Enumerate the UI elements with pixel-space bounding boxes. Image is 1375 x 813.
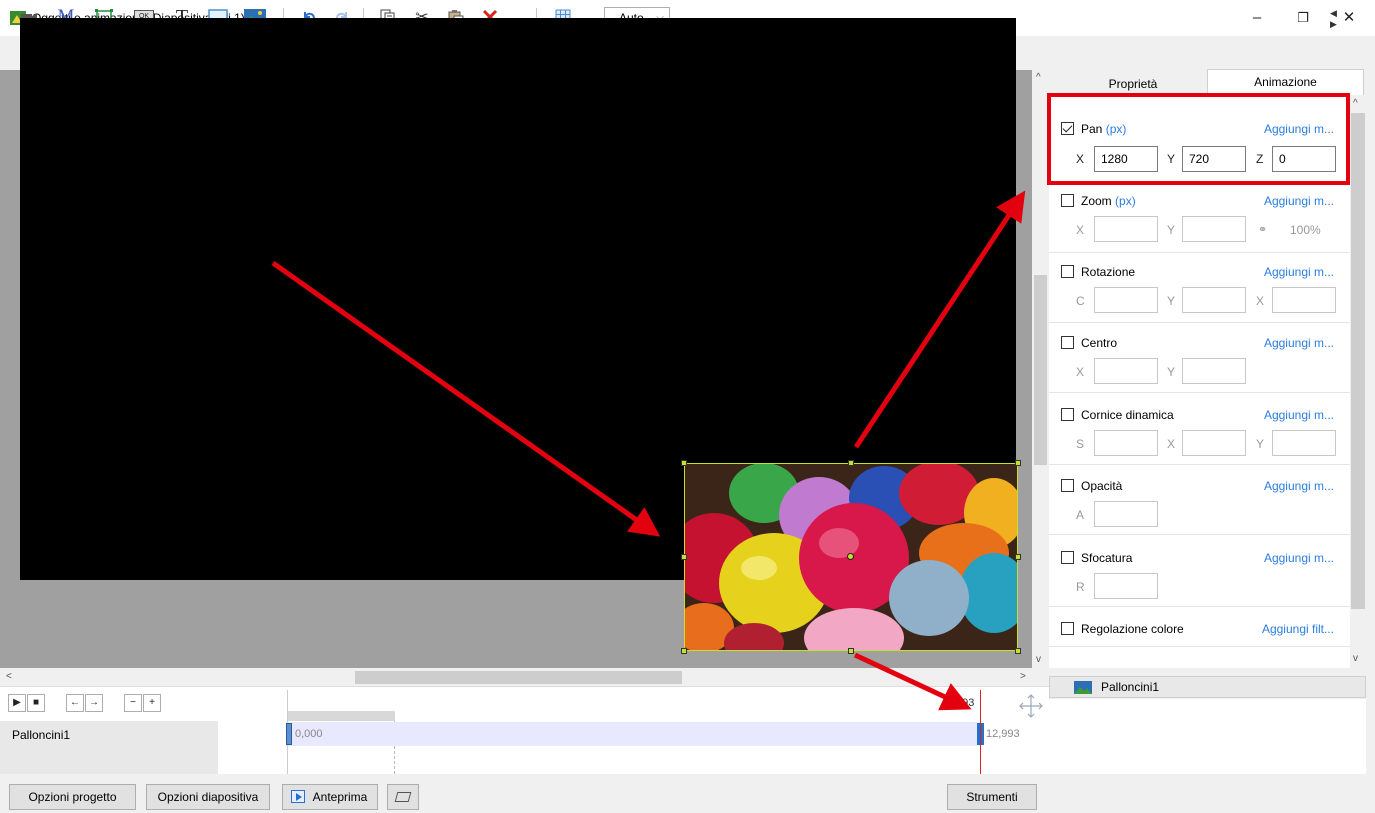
track-label[interactable]: Palloncini1 [12, 728, 70, 742]
rotation-y-field[interactable] [1182, 287, 1246, 313]
tab-animation[interactable]: Animazione [1207, 69, 1364, 95]
scroll-left-icon[interactable]: < [6, 671, 12, 682]
dynamic-frame-s-field[interactable] [1094, 430, 1158, 456]
rotation-x-field[interactable] [1272, 287, 1336, 313]
resize-handle[interactable] [1015, 460, 1021, 466]
blur-r-label: R [1076, 580, 1085, 594]
zoom-y-label: Y [1167, 223, 1176, 237]
zoom-in-timeline-button[interactable]: + [143, 694, 161, 712]
rotation-c-field[interactable] [1094, 287, 1158, 313]
color-adjust-label: Regolazione colore [1081, 622, 1184, 636]
scroll-up-icon[interactable]: ^ [1036, 72, 1041, 83]
center-x-field[interactable] [1094, 358, 1158, 384]
zoom-percent: 100% [1290, 223, 1321, 237]
blur-add-keyframe-link[interactable]: Aggiungi m... [1230, 551, 1334, 565]
resize-handle[interactable] [681, 554, 687, 560]
blur-checkbox[interactable] [1061, 551, 1074, 564]
dynamic-frame-y-field[interactable] [1272, 430, 1336, 456]
rotation-x-label: X [1256, 294, 1265, 308]
tools-button[interactable]: Strumenti [947, 784, 1037, 810]
playhead[interactable] [980, 690, 981, 774]
object-list [1049, 699, 1366, 774]
dynamic-frame-add-keyframe-link[interactable]: Aggiungi m... [1230, 408, 1334, 422]
dynamic-frame-checkbox[interactable] [1061, 408, 1074, 421]
center-x-label: X [1076, 365, 1085, 379]
zoom-x-label: X [1076, 223, 1085, 237]
center-label: Centro [1081, 336, 1118, 350]
resize-handle[interactable] [681, 460, 687, 466]
dynamic-frame-x-label: X [1167, 437, 1176, 451]
track-bar[interactable] [288, 722, 980, 746]
blur-label: Sfocatura [1081, 551, 1133, 565]
rotation-add-keyframe-link[interactable]: Aggiungi m... [1230, 265, 1334, 279]
opacity-checkbox[interactable] [1061, 479, 1074, 492]
zoom-out-timeline-button[interactable]: − [124, 694, 142, 712]
resize-handle[interactable] [1015, 554, 1021, 560]
screen-icon [394, 792, 412, 802]
rotation-c-label: C [1076, 294, 1085, 308]
zoom-y-field[interactable] [1182, 216, 1246, 242]
timeline-ruler-segment [288, 711, 395, 721]
dynamic-frame-label: Cornice dinamica [1081, 408, 1174, 422]
center-point-handle[interactable] [847, 553, 854, 560]
zoom-label: Zoom (px) [1081, 194, 1136, 208]
zoom-checkbox[interactable] [1061, 194, 1074, 207]
opacity-a-label: A [1076, 508, 1085, 522]
stop-button[interactable]: ■ [27, 694, 45, 712]
rotation-y-label: Y [1167, 294, 1176, 308]
properties-scroll-thumb[interactable] [1351, 113, 1365, 609]
color-adjust-add-filter-link[interactable]: Aggiungi filt... [1230, 622, 1334, 636]
scroll-down-icon[interactable]: v [1353, 653, 1358, 664]
start-keyframe-time: 0,000 [295, 728, 323, 740]
dynamic-frame-y-label: Y [1256, 437, 1265, 451]
play-button[interactable]: ▶ [8, 694, 26, 712]
rotation-label: Rotazione [1081, 265, 1136, 279]
link-icon[interactable]: ⚭ [1258, 223, 1267, 236]
resize-handle[interactable] [848, 648, 854, 654]
opacity-a-field[interactable] [1094, 501, 1158, 527]
center-add-keyframe-link[interactable]: Aggiungi m... [1230, 336, 1334, 350]
canvas-vertical-scroll-thumb[interactable] [1034, 275, 1047, 465]
next-keyframe-button[interactable]: → [85, 694, 103, 712]
opacity-add-keyframe-link[interactable]: Aggiungi m... [1230, 479, 1334, 493]
timeline-ruler-value: 993 [956, 697, 975, 709]
minimize-button[interactable]: – [1234, 4, 1280, 32]
slide-options-button[interactable]: Opzioni diapositiva [146, 784, 270, 810]
zoom-x-field[interactable] [1094, 216, 1158, 242]
center-y-label: Y [1167, 365, 1176, 379]
center-checkbox[interactable] [1061, 336, 1074, 349]
pan-highlight-box [1047, 93, 1350, 185]
toolbar-scroll-arrows-icon[interactable]: ◀ ▶ [1330, 8, 1364, 29]
canvas-horizontal-scroll-thumb[interactable] [355, 671, 682, 684]
move-icon[interactable] [1016, 693, 1046, 719]
dynamic-frame-x-field[interactable] [1182, 430, 1246, 456]
scroll-right-icon[interactable]: > [1020, 671, 1026, 682]
center-y-field[interactable] [1182, 358, 1246, 384]
zoom-add-keyframe-link[interactable]: Aggiungi m... [1230, 194, 1334, 208]
resize-handle[interactable] [848, 460, 854, 466]
opacity-label: Opacità [1081, 479, 1123, 493]
color-adjust-checkbox[interactable] [1061, 622, 1074, 635]
rotation-checkbox[interactable] [1061, 265, 1074, 278]
object-list-item[interactable] [1049, 676, 1366, 698]
previous-keyframe-button[interactable]: ← [66, 694, 84, 712]
image-icon [1074, 681, 1092, 694]
project-options-button[interactable]: Opzioni progetto [9, 784, 136, 810]
preview-label: Anteprima [312, 790, 368, 804]
preview-icon [291, 790, 305, 803]
object-list-item-label: Palloncini1 [1101, 680, 1160, 694]
resize-handle[interactable] [1015, 648, 1021, 654]
restore-button[interactable]: ❐ [1280, 4, 1326, 32]
scroll-down-icon[interactable]: v [1036, 654, 1041, 665]
tab-properties[interactable]: Proprietà [1059, 72, 1207, 94]
track-empty-row [0, 747, 218, 774]
end-keyframe-time: 12,993 [986, 728, 1020, 740]
start-keyframe[interactable] [286, 723, 292, 745]
resize-handle[interactable] [681, 648, 687, 654]
screen-toggle-button[interactable] [387, 784, 419, 810]
preview-button[interactable]: Anteprima [282, 784, 378, 810]
blur-r-field[interactable] [1094, 573, 1158, 599]
dynamic-frame-s-label: S [1076, 437, 1085, 451]
scroll-up-icon[interactable]: ^ [1353, 98, 1358, 109]
